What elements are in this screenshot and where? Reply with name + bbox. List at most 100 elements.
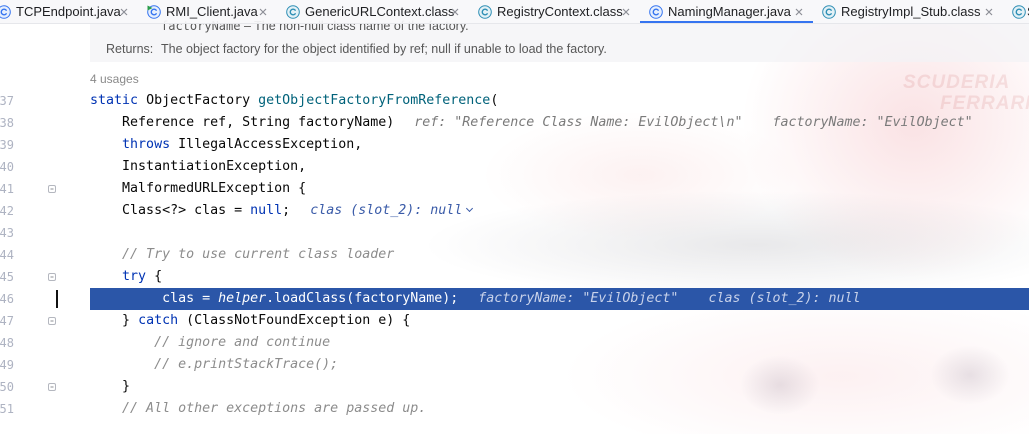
comment-token: // e.printStackTrace(); [58, 357, 339, 372]
code-content: } [58, 376, 130, 398]
code-text: { [146, 269, 163, 284]
code-line[interactable]: 42 Class<?> clas = null; clas (slot_2): n… [0, 200, 1029, 222]
line-number[interactable]: 37 [0, 90, 14, 112]
code-content: Class<?> clas = null; clas (slot_2): null [58, 200, 474, 222]
tab-label: NamingManager.java [668, 4, 791, 19]
line-number[interactable]: 51 [0, 398, 14, 420]
debug-value-text: ref: "Reference Class Name: EvilObject\n… [414, 115, 743, 130]
code-line[interactable]: 45 try { [0, 266, 1029, 288]
code-text: Reference ref, String factoryName) [58, 115, 395, 130]
debug-value-text: clas (slot_2): null [708, 291, 861, 306]
code-text: IllegalAccessException, [170, 137, 363, 152]
code-content: // ignore and continue [58, 332, 330, 354]
code-text: Class<?> clas = [58, 203, 251, 218]
close-icon[interactable] [451, 8, 459, 16]
code-line[interactable]: 41 MalformedURLException { [0, 178, 1029, 200]
code-content: throws IllegalAccessException, [58, 134, 362, 156]
code-text: } [58, 313, 139, 328]
javadoc-returns-row: Returns: The object factory for the obje… [90, 40, 1029, 58]
debug-value-text: factoryName: "EvilObject" [478, 291, 679, 306]
comment-token: // Try to use current class loader [58, 247, 395, 262]
tab-overflow-file[interactable]: S [1003, 0, 1029, 23]
debug-inline-value: factoryName: "EvilObject" [772, 115, 972, 130]
keyword-token: null [250, 203, 283, 218]
line-number[interactable]: 47 [0, 310, 14, 332]
code-line[interactable]: 50 } [0, 376, 1029, 398]
tab-label: GenericURLContext.class [305, 4, 455, 19]
code-line[interactable]: 39 throws IllegalAccessException, [0, 134, 1029, 156]
debug-inline-value[interactable]: clas (slot_2): null [310, 203, 474, 218]
code-content: // Try to use current class loader [58, 244, 394, 266]
tab-genericurlcontext-class[interactable]: GenericURLContext.class [277, 0, 469, 23]
keyword-token: static [58, 93, 139, 108]
fold-marker-icon[interactable] [47, 382, 57, 392]
editor-tab-bar: TCPEndpoint.java RMI_Client.java Generic… [0, 0, 1029, 24]
close-icon[interactable] [795, 8, 803, 16]
tab-registrycontext-class[interactable]: RegistryContext.class [469, 0, 640, 23]
code-line[interactable]: 37 static ObjectFactory getObjectFactory… [0, 90, 1029, 112]
code-line[interactable]: 49 // e.printStackTrace(); [0, 354, 1029, 376]
code-text: ; [282, 203, 291, 218]
line-number[interactable]: 43 [0, 222, 14, 244]
code-line[interactable]: 48 // ignore and continue [0, 332, 1029, 354]
tab-tcpendpoint-java[interactable]: TCPEndpoint.java [0, 0, 138, 23]
debug-value-text: clas (slot_2): null [310, 203, 463, 218]
keyword-token: catch [138, 313, 179, 328]
code-content: Reference ref, String factoryName) ref: "… [58, 112, 973, 134]
java-class-icon [0, 5, 11, 19]
close-icon[interactable] [259, 8, 267, 16]
compiled-class-icon [1012, 5, 1026, 19]
debug-inline-value: factoryName: "EvilObject" [478, 291, 678, 306]
code-content: static ObjectFactory getObjectFactoryFro… [58, 90, 498, 112]
code-editor[interactable]: 37 static ObjectFactory getObjectFactory… [0, 90, 1029, 420]
line-number[interactable]: 50 [0, 376, 14, 398]
tab-label: RegistryContext.class [497, 4, 623, 19]
code-content: InstantiationException, [58, 156, 306, 178]
tab-rmi-client-java[interactable]: RMI_Client.java [138, 0, 277, 23]
close-icon[interactable] [622, 8, 630, 16]
method-name-token: getObjectFactoryFromReference [258, 93, 491, 108]
fold-marker-icon[interactable] [47, 316, 57, 326]
code-line[interactable]: 38 Reference ref, String factoryName) ref… [0, 112, 1029, 134]
code-text: MalformedURLException { [58, 181, 307, 196]
compiled-class-icon [286, 5, 300, 19]
code-content: } catch (ClassNotFoundException e) { [58, 310, 410, 332]
code-line[interactable]: 47 } catch (ClassNotFoundException e) { [0, 310, 1029, 332]
code-line[interactable]: 40 InstantiationException, [0, 156, 1029, 178]
compiled-class-icon [478, 5, 492, 19]
close-icon[interactable] [120, 8, 128, 16]
line-number[interactable]: 44 [0, 244, 14, 266]
code-text: ( [490, 93, 499, 108]
line-number[interactable]: 40 [0, 156, 14, 178]
fold-marker-icon[interactable] [47, 272, 57, 282]
keyword-token: throws [58, 137, 171, 152]
line-number[interactable]: 45 [0, 266, 14, 288]
tab-namingmanager-java[interactable]: NamingManager.java [640, 0, 813, 23]
code-line-execution-point[interactable]: 46 clas = helper.loadClass(factoryName);… [0, 288, 1029, 310]
line-number[interactable]: 39 [0, 134, 14, 156]
debug-value-text: factoryName: "EvilObject" [772, 115, 973, 130]
close-icon[interactable] [985, 8, 993, 16]
tab-registryimpl-stub-class[interactable]: RegistryImpl_Stub.class [813, 0, 1003, 23]
line-number[interactable]: 38 [0, 112, 14, 134]
fold-marker-icon[interactable] [47, 184, 57, 194]
code-text: } [58, 379, 131, 394]
tab-label: TCPEndpoint.java [16, 4, 121, 19]
returns-description: The object factory for the object identi… [161, 42, 607, 56]
keyword-token: try [58, 269, 147, 284]
line-number[interactable]: 42 [0, 200, 14, 222]
chevron-down-icon[interactable] [466, 204, 474, 213]
code-text: (ClassNotFoundException e) { [178, 313, 411, 328]
line-number[interactable]: 46 [0, 288, 14, 310]
code-text: ObjectFactory [138, 93, 259, 108]
code-line[interactable]: 44 // Try to use current class loader [0, 244, 1029, 266]
code-line[interactable]: 43 [0, 222, 1029, 244]
line-number[interactable]: 41 [0, 178, 14, 200]
line-number[interactable]: 48 [0, 332, 14, 354]
java-class-icon [649, 5, 663, 19]
code-line[interactable]: 51 // All other exceptions are passed up… [0, 398, 1029, 420]
line-number[interactable]: 49 [0, 354, 14, 376]
tab-label: RMI_Client.java [166, 4, 258, 19]
usages-link[interactable]: 4 usages [90, 71, 139, 87]
code-content: // e.printStackTrace(); [58, 354, 338, 376]
